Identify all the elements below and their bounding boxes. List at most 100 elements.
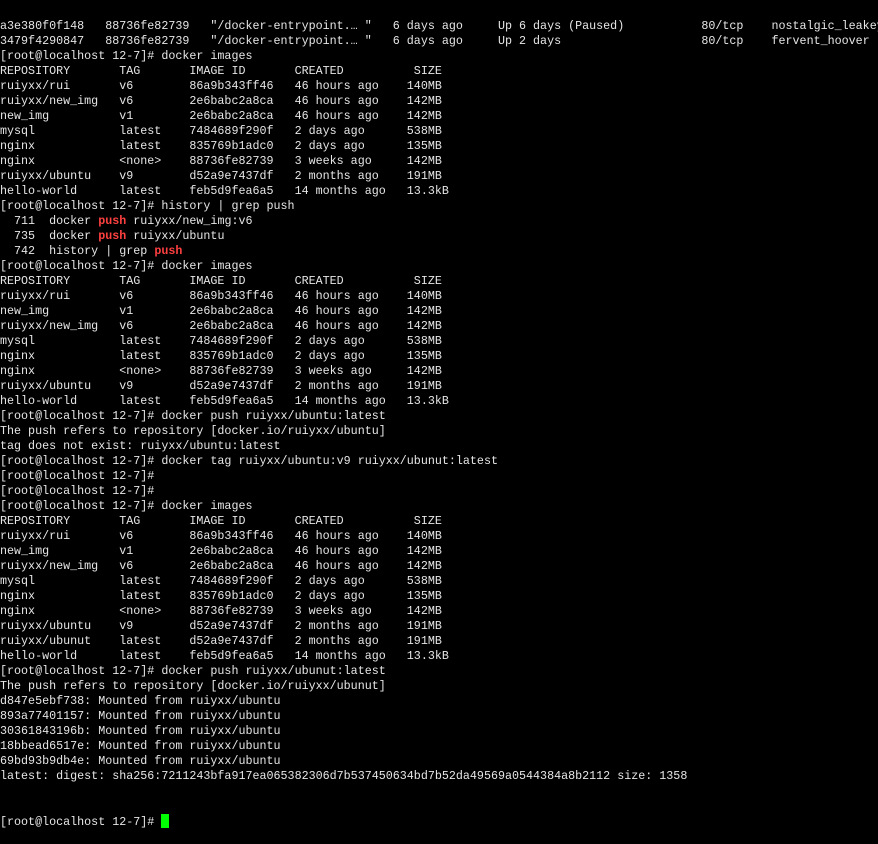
terminal-line: nginx <none> 88736fe82739 3 weeks ago 14…	[0, 604, 878, 619]
terminal-line: tag does not exist: ruiyxx/ubuntu:latest	[0, 439, 878, 454]
terminal-line: nginx latest 835769b1adc0 2 days ago 135…	[0, 139, 878, 154]
line-text: REPOSITORY TAG IMAGE ID CREATED SIZE	[0, 514, 442, 528]
line-text: new_img v1 2e6babc2a8ca 46 hours ago 142…	[0, 109, 442, 123]
line-text: ruiyxx/rui v6 86a9b343ff46 46 hours ago …	[0, 79, 442, 93]
line-text: 18bbead6517e: Mounted from ruiyxx/ubuntu	[0, 739, 281, 753]
terminal-prompt-line[interactable]: [root@localhost 12-7]#	[0, 814, 878, 829]
terminal-line: mysql latest 7484689f290f 2 days ago 538…	[0, 334, 878, 349]
terminal-line: [root@localhost 12-7]# docker images	[0, 499, 878, 514]
line-text: [root@localhost 12-7]# docker images	[0, 259, 253, 273]
grep-match-highlight: push	[154, 244, 183, 258]
terminal-line: [root@localhost 12-7]#	[0, 484, 878, 499]
line-text: 893a77401157: Mounted from ruiyxx/ubuntu	[0, 709, 281, 723]
line-text: d847e5ebf738: Mounted from ruiyxx/ubuntu	[0, 694, 281, 708]
terminal-line: hello-world latest feb5d9fea6a5 14 month…	[0, 184, 878, 199]
line-text: mysql latest 7484689f290f 2 days ago 538…	[0, 574, 442, 588]
terminal-line: nginx latest 835769b1adc0 2 days ago 135…	[0, 589, 878, 604]
line-text: [root@localhost 12-7]# docker push ruiyx…	[0, 409, 386, 423]
terminal-line: [root@localhost 12-7]# docker push ruiyx…	[0, 409, 878, 424]
line-text: nginx latest 835769b1adc0 2 days ago 135…	[0, 139, 442, 153]
terminal-line: ruiyxx/rui v6 86a9b343ff46 46 hours ago …	[0, 529, 878, 544]
grep-match-highlight: push	[98, 229, 127, 243]
line-text: REPOSITORY TAG IMAGE ID CREATED SIZE	[0, 274, 442, 288]
terminal-line: ruiyxx/ubuntu v9 d52a9e7437df 2 months a…	[0, 619, 878, 634]
terminal-output[interactable]: a3e380f0f148 88736fe82739 "/docker-entry…	[0, 0, 878, 844]
line-text: mysql latest 7484689f290f 2 days ago 538…	[0, 334, 442, 348]
terminal-line: REPOSITORY TAG IMAGE ID CREATED SIZE	[0, 514, 878, 529]
line-text: hello-world latest feb5d9fea6a5 14 month…	[0, 184, 449, 198]
line-text: ruiyxx/ubunut latest d52a9e7437df 2 mont…	[0, 634, 442, 648]
terminal-lines: a3e380f0f148 88736fe82739 "/docker-entry…	[0, 19, 878, 784]
terminal-line: hello-world latest feb5d9fea6a5 14 month…	[0, 649, 878, 664]
terminal-line: nginx <none> 88736fe82739 3 weeks ago 14…	[0, 154, 878, 169]
terminal-line: 735 docker push ruiyxx/ubuntu	[0, 229, 878, 244]
terminal-line: ruiyxx/new_img v6 2e6babc2a8ca 46 hours …	[0, 94, 878, 109]
terminal-line: ruiyxx/ubuntu v9 d52a9e7437df 2 months a…	[0, 169, 878, 184]
line-text: ruiyxx/ubuntu v9 d52a9e7437df 2 months a…	[0, 619, 442, 633]
line-text: ruiyxx/ubuntu	[126, 229, 225, 243]
terminal-line: REPOSITORY TAG IMAGE ID CREATED SIZE	[0, 64, 878, 79]
line-text: [root@localhost 12-7]# docker push ruiyx…	[0, 664, 386, 678]
line-text: [root@localhost 12-7]# docker images	[0, 49, 253, 63]
terminal-line: new_img v1 2e6babc2a8ca 46 hours ago 142…	[0, 109, 878, 124]
terminal-line: ruiyxx/new_img v6 2e6babc2a8ca 46 hours …	[0, 559, 878, 574]
terminal-line: [root@localhost 12-7]# docker images	[0, 259, 878, 274]
line-text: ruiyxx/rui v6 86a9b343ff46 46 hours ago …	[0, 289, 442, 303]
terminal-line: ruiyxx/new_img v6 2e6babc2a8ca 46 hours …	[0, 319, 878, 334]
terminal-line: latest: digest: sha256:7211243bfa917ea06…	[0, 769, 878, 784]
line-text: [root@localhost 12-7]#	[0, 469, 155, 483]
line-text: ruiyxx/new_img:v6	[126, 214, 253, 228]
terminal-line: The push refers to repository [docker.io…	[0, 424, 878, 439]
terminal-line: 69bd93b9db4e: Mounted from ruiyxx/ubuntu	[0, 754, 878, 769]
line-text: new_img v1 2e6babc2a8ca 46 hours ago 142…	[0, 304, 442, 318]
terminal-line: ruiyxx/ubunut latest d52a9e7437df 2 mont…	[0, 634, 878, 649]
prompt: [root@localhost 12-7]#	[0, 815, 162, 829]
terminal-line: [root@localhost 12-7]# docker tag ruiyxx…	[0, 454, 878, 469]
line-text: 742 history | grep	[0, 244, 155, 258]
terminal-line: ruiyxx/rui v6 86a9b343ff46 46 hours ago …	[0, 79, 878, 94]
line-text: The push refers to repository [docker.io…	[0, 679, 386, 693]
terminal-line: [root@localhost 12-7]# docker push ruiyx…	[0, 664, 878, 679]
terminal-line: 893a77401157: Mounted from ruiyxx/ubuntu	[0, 709, 878, 724]
line-text: ruiyxx/new_img v6 2e6babc2a8ca 46 hours …	[0, 319, 442, 333]
terminal-line: REPOSITORY TAG IMAGE ID CREATED SIZE	[0, 274, 878, 289]
line-text: ruiyxx/ubuntu v9 d52a9e7437df 2 months a…	[0, 169, 442, 183]
terminal-line: nginx <none> 88736fe82739 3 weeks ago 14…	[0, 364, 878, 379]
line-text: nginx latest 835769b1adc0 2 days ago 135…	[0, 589, 442, 603]
terminal-line: [root@localhost 12-7]#	[0, 469, 878, 484]
line-text: The push refers to repository [docker.io…	[0, 424, 386, 438]
line-text: tag does not exist: ruiyxx/ubuntu:latest	[0, 439, 281, 453]
line-text: hello-world latest feb5d9fea6a5 14 month…	[0, 649, 449, 663]
line-text: hello-world latest feb5d9fea6a5 14 month…	[0, 394, 449, 408]
line-text: ruiyxx/new_img v6 2e6babc2a8ca 46 hours …	[0, 559, 442, 573]
terminal-line: 18bbead6517e: Mounted from ruiyxx/ubuntu	[0, 739, 878, 754]
line-text: 30361843196b: Mounted from ruiyxx/ubuntu	[0, 724, 281, 738]
line-text: ruiyxx/ubuntu v9 d52a9e7437df 2 months a…	[0, 379, 442, 393]
cursor	[161, 814, 170, 828]
terminal-line: nginx latest 835769b1adc0 2 days ago 135…	[0, 349, 878, 364]
line-text: nginx <none> 88736fe82739 3 weeks ago 14…	[0, 604, 442, 618]
line-text: REPOSITORY TAG IMAGE ID CREATED SIZE	[0, 64, 442, 78]
line-text: [root@localhost 12-7]# docker images	[0, 499, 253, 513]
terminal-line: 3479f4290847 88736fe82739 "/docker-entry…	[0, 34, 878, 49]
line-text: [root@localhost 12-7]#	[0, 484, 155, 498]
line-text: 69bd93b9db4e: Mounted from ruiyxx/ubuntu	[0, 754, 281, 768]
line-text: 735 docker	[0, 229, 99, 243]
terminal-line: a3e380f0f148 88736fe82739 "/docker-entry…	[0, 19, 878, 34]
grep-match-highlight: push	[98, 214, 127, 228]
terminal-line: ruiyxx/rui v6 86a9b343ff46 46 hours ago …	[0, 289, 878, 304]
line-text: nginx latest 835769b1adc0 2 days ago 135…	[0, 349, 442, 363]
terminal-line: [root@localhost 12-7]# history | grep pu…	[0, 199, 878, 214]
line-text: 711 docker	[0, 214, 99, 228]
terminal-line: hello-world latest feb5d9fea6a5 14 month…	[0, 394, 878, 409]
terminal-line: new_img v1 2e6babc2a8ca 46 hours ago 142…	[0, 304, 878, 319]
terminal-line: [root@localhost 12-7]# docker images	[0, 49, 878, 64]
line-text: mysql latest 7484689f290f 2 days ago 538…	[0, 124, 442, 138]
line-text: a3e380f0f148 88736fe82739 "/docker-entry…	[0, 19, 878, 33]
line-text: 3479f4290847 88736fe82739 "/docker-entry…	[0, 34, 870, 48]
line-text: [root@localhost 12-7]# history | grep pu…	[0, 199, 295, 213]
terminal-line: mysql latest 7484689f290f 2 days ago 538…	[0, 574, 878, 589]
line-text: nginx <none> 88736fe82739 3 weeks ago 14…	[0, 154, 442, 168]
terminal-line: The push refers to repository [docker.io…	[0, 679, 878, 694]
line-text: [root@localhost 12-7]# docker tag ruiyxx…	[0, 454, 498, 468]
